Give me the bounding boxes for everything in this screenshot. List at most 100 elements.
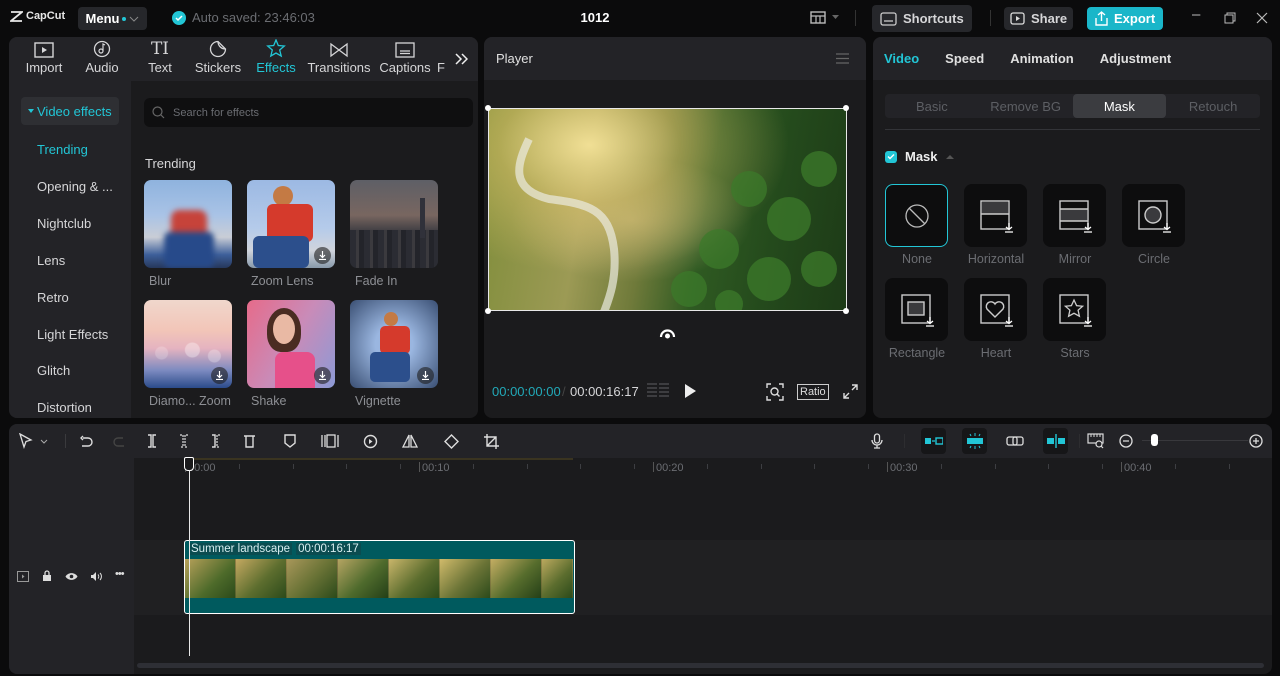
subtab-basic[interactable]: Basic (885, 94, 979, 118)
resize-handle[interactable] (485, 105, 491, 111)
tab-audio[interactable]: Audio (73, 37, 131, 81)
resize-handle[interactable] (485, 308, 491, 314)
effect-thumb-vignette[interactable] (350, 300, 438, 388)
record-audio-button[interactable] (868, 432, 886, 450)
lock-track-button[interactable] (42, 570, 52, 582)
mask-mirror[interactable] (1043, 184, 1106, 247)
mask-checkbox[interactable] (885, 150, 897, 163)
resize-handle[interactable] (843, 105, 849, 111)
subtab-retouch[interactable]: Retouch (1166, 94, 1260, 118)
playhead-handle[interactable] (184, 457, 194, 471)
reverse-button[interactable] (361, 432, 379, 450)
timeline-ruler[interactable]: 00:00 00:10 00:20 00:30 00:40 (134, 458, 1272, 482)
auto-snap-toggle[interactable] (962, 428, 987, 454)
zoom-in-button[interactable] (1247, 432, 1265, 450)
mask-heart[interactable] (964, 278, 1027, 341)
effect-thumb-shake[interactable] (247, 300, 335, 388)
download-icon[interactable] (417, 367, 434, 384)
share-button[interactable]: Share (1004, 7, 1074, 30)
download-icon[interactable] (314, 247, 331, 264)
caret-up-icon[interactable] (945, 154, 954, 159)
mask-rectangle[interactable] (885, 278, 948, 341)
hamburger-menu-icon[interactable] (836, 53, 849, 64)
play-button[interactable] (685, 384, 696, 398)
effects-search-input[interactable]: Search for effects (144, 98, 473, 127)
horizontal-scrollbar[interactable] (137, 663, 1264, 668)
tab-transitions[interactable]: Transitions (305, 37, 373, 81)
tab-filters[interactable]: F (437, 37, 451, 81)
category-retro[interactable]: Retro (37, 290, 69, 305)
undo-button[interactable] (77, 432, 95, 450)
category-distortion[interactable]: Distortion (37, 400, 92, 415)
zoom-slider-thumb[interactable] (1151, 434, 1158, 446)
mask-stars[interactable] (1043, 278, 1106, 341)
redo-button[interactable] (111, 432, 129, 450)
crop-button[interactable] (482, 432, 500, 450)
select-tool-dropdown[interactable] (39, 432, 49, 450)
hide-track-button[interactable] (65, 572, 78, 581)
category-trending[interactable]: Trending (37, 142, 88, 157)
tab-video[interactable]: Video (884, 51, 919, 66)
video-preview[interactable] (488, 108, 847, 311)
menu-button[interactable]: Menu (78, 7, 147, 30)
mirror-button[interactable] (401, 432, 419, 450)
effect-thumb-diamond-zoom[interactable] (144, 300, 232, 388)
zoom-fit-button[interactable] (766, 383, 784, 401)
main-track-magnet-toggle[interactable] (921, 428, 946, 454)
select-tool-button[interactable] (17, 432, 35, 450)
effect-thumb-blur[interactable] (144, 180, 232, 268)
tab-captions[interactable]: Captions (373, 37, 437, 81)
category-nightclub[interactable]: Nightclub (37, 216, 91, 231)
playhead-line[interactable] (188, 470, 190, 656)
tab-import[interactable]: Import (15, 37, 73, 81)
category-group-video-effects[interactable]: Video effects (21, 97, 119, 125)
resize-handle[interactable] (843, 308, 849, 314)
more-options-icon[interactable]: ••• (115, 568, 125, 580)
split-button[interactable] (143, 432, 161, 450)
mask-label: Mirror (1058, 252, 1092, 266)
rotate-handle[interactable] (659, 327, 676, 341)
effect-thumb-zoom-lens[interactable] (247, 180, 335, 268)
layout-button[interactable] (810, 11, 839, 24)
tab-adjustment[interactable]: Adjustment (1100, 51, 1172, 66)
subtab-mask[interactable]: Mask (1072, 94, 1167, 118)
tab-stickers[interactable]: Stickers (189, 37, 247, 81)
freeze-button[interactable] (321, 432, 339, 450)
zoom-to-fit-button[interactable] (1087, 432, 1105, 450)
video-clip[interactable]: Summer landscape 00:00:16:17 (184, 540, 575, 614)
project-title[interactable]: 1012 (560, 10, 630, 25)
minimize-button[interactable]: – (1192, 6, 1200, 23)
delete-right-button[interactable] (207, 432, 225, 450)
link-clips-button[interactable] (1006, 432, 1024, 450)
chevron-down-icon (130, 16, 139, 22)
tab-effects[interactable]: Effects (247, 37, 305, 81)
tab-animation[interactable]: Animation (1010, 51, 1074, 66)
tab-speed[interactable]: Speed (945, 51, 984, 66)
tab-text[interactable]: TI Text (131, 37, 189, 81)
preview-axis-toggle[interactable] (1043, 428, 1068, 454)
download-icon[interactable] (211, 367, 228, 384)
shortcuts-button[interactable]: Shortcuts (872, 5, 972, 32)
category-opening[interactable]: Opening & ... (37, 179, 113, 194)
rotate-button[interactable] (442, 432, 460, 450)
export-button[interactable]: Export (1087, 7, 1164, 30)
mask-horizontal[interactable] (964, 184, 1027, 247)
more-tabs-button[interactable] (455, 53, 468, 65)
ratio-button[interactable]: Ratio (797, 384, 829, 400)
category-lens[interactable]: Lens (37, 253, 65, 268)
delete-left-button[interactable] (175, 432, 193, 450)
fullscreen-button[interactable] (843, 384, 858, 399)
category-light-effects[interactable]: Light Effects (37, 327, 108, 342)
marker-button[interactable] (281, 432, 299, 450)
mask-circle[interactable] (1122, 184, 1185, 247)
delete-button[interactable] (240, 432, 258, 450)
subtab-remove-bg[interactable]: Remove BG (979, 94, 1073, 118)
mask-none[interactable] (885, 184, 948, 247)
close-button[interactable] (1256, 12, 1268, 24)
category-glitch[interactable]: Glitch (37, 363, 70, 378)
effect-thumb-fade-in[interactable] (350, 180, 438, 268)
restore-button[interactable] (1224, 12, 1236, 24)
download-icon[interactable] (314, 367, 331, 384)
zoom-out-button[interactable] (1117, 432, 1135, 450)
mute-track-button[interactable] (90, 571, 103, 582)
